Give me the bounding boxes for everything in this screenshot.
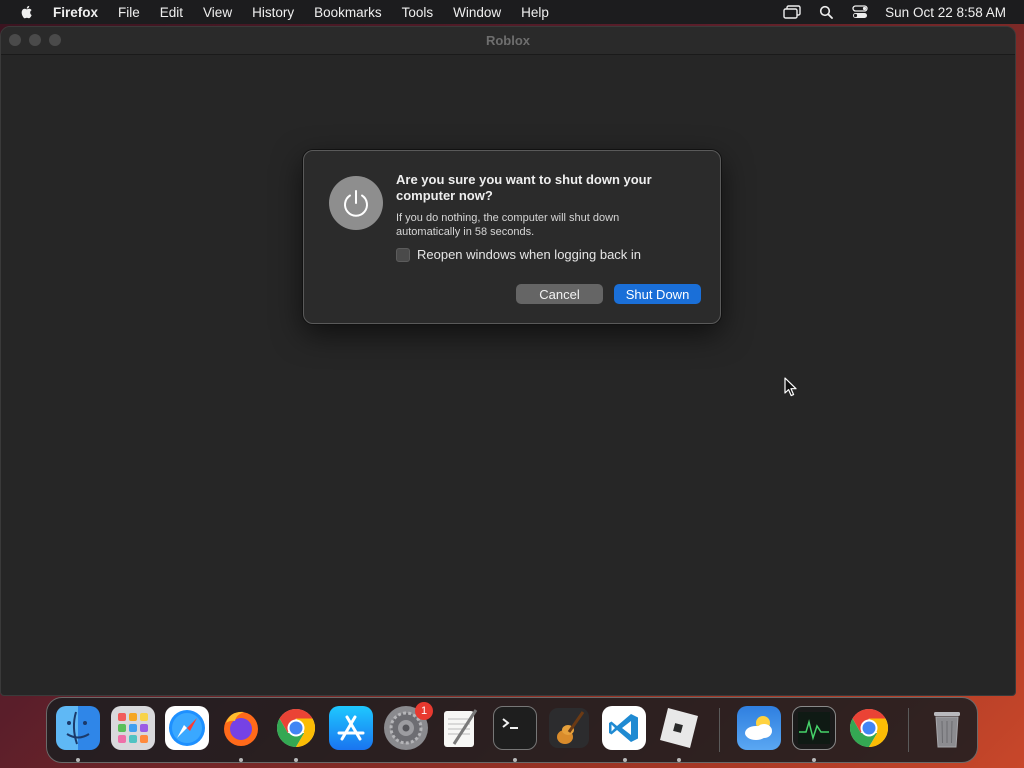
reopen-windows-checkbox[interactable] — [396, 247, 410, 262]
shut-down-button[interactable]: Shut Down — [614, 284, 701, 304]
reopen-windows-label[interactable]: Reopen windows when logging back in — [417, 247, 641, 262]
finder-icon[interactable] — [56, 706, 100, 750]
dialog-message: If you do nothing, the computer will shu… — [396, 212, 620, 238]
control-center-icon[interactable] — [851, 4, 869, 20]
screen-mirroring-icon[interactable] — [783, 4, 801, 20]
shutdown-dialog: Are you sure you want to shut down your … — [303, 150, 721, 324]
apple-menu-icon[interactable] — [19, 4, 35, 20]
dock-separator — [908, 708, 909, 752]
dock-separator — [719, 708, 720, 752]
app-store-icon[interactable] — [329, 706, 373, 750]
reopen-windows-option[interactable]: Reopen windows when logging back in — [396, 247, 641, 262]
notification-badge: 1 — [415, 702, 433, 720]
spotlight-search-icon[interactable] — [817, 4, 835, 20]
minimize-window-button[interactable] — [29, 34, 41, 46]
close-window-button[interactable] — [9, 34, 21, 46]
cancel-button[interactable]: Cancel — [516, 284, 603, 304]
launchpad-icon[interactable] — [111, 706, 155, 750]
menu-window[interactable]: Window — [453, 5, 501, 20]
dock: 1 — [46, 697, 978, 763]
menu-bar: Firefox File Edit View History Bookmarks… — [0, 0, 1024, 24]
running-indicator — [812, 758, 816, 762]
mouse-cursor-icon — [784, 377, 797, 397]
running-indicator — [76, 758, 80, 762]
menu-edit[interactable]: Edit — [160, 5, 183, 20]
menu-file[interactable]: File — [118, 5, 140, 20]
terminal-icon[interactable] — [493, 706, 537, 750]
menu-view[interactable]: View — [203, 5, 232, 20]
running-indicator — [677, 758, 681, 762]
window-titlebar[interactable]: Roblox — [1, 27, 1015, 55]
vscode-icon[interactable] — [602, 706, 646, 750]
menu-clock[interactable]: Sun Oct 22 8:58 AM — [885, 5, 1006, 20]
roblox-icon[interactable] — [656, 706, 700, 750]
menu-help[interactable]: Help — [521, 5, 549, 20]
window-controls — [9, 34, 69, 46]
app-window: Roblox — [0, 26, 1016, 696]
running-indicator — [513, 758, 517, 762]
menu-bookmarks[interactable]: Bookmarks — [314, 5, 382, 20]
garageband-icon[interactable] — [547, 706, 591, 750]
weather-icon[interactable] — [737, 706, 781, 750]
menu-history[interactable]: History — [252, 5, 294, 20]
running-indicator — [239, 758, 243, 762]
zoom-window-button[interactable] — [49, 34, 61, 46]
firefox-icon[interactable] — [219, 706, 263, 750]
chrome-icon[interactable] — [274, 706, 318, 750]
window-title: Roblox — [485, 33, 531, 48]
running-indicator — [623, 758, 627, 762]
running-indicator — [294, 758, 298, 762]
chrome-icon[interactable] — [847, 706, 891, 750]
textedit-icon[interactable] — [438, 706, 482, 750]
dialog-heading: Are you sure you want to shut down your … — [396, 172, 652, 203]
power-icon — [329, 176, 383, 230]
activity-monitor-icon[interactable] — [792, 706, 836, 750]
menu-tools[interactable]: Tools — [402, 5, 434, 20]
menu-extras: Sun Oct 22 8:58 AM — [767, 0, 1006, 24]
trash-icon[interactable] — [925, 706, 969, 750]
menu-app-name[interactable]: Firefox — [53, 5, 98, 20]
safari-icon[interactable] — [165, 706, 209, 750]
